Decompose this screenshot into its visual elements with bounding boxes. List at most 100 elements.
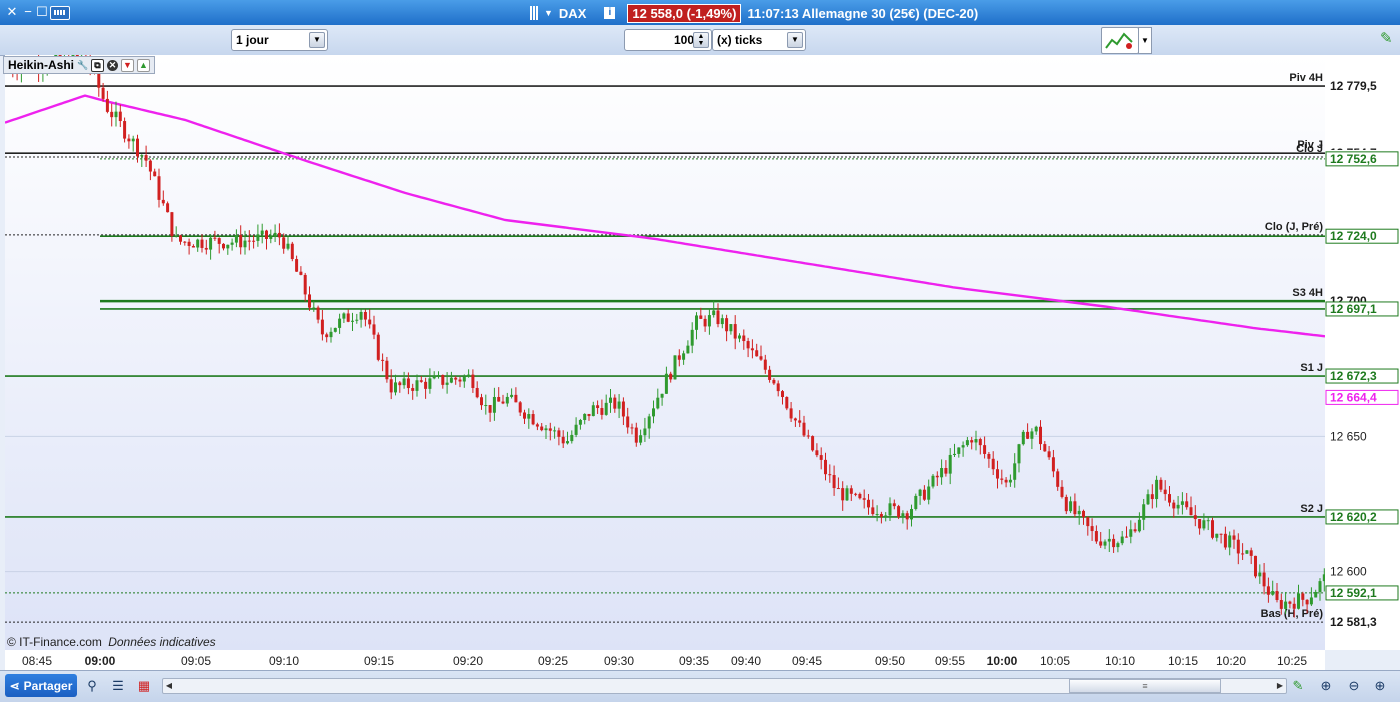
zoom-fit-icon[interactable]: ⊕ xyxy=(1318,678,1334,694)
candle-body xyxy=(1103,541,1107,546)
candle-body xyxy=(811,436,815,451)
candle-body xyxy=(1120,536,1124,544)
candle-body xyxy=(1271,591,1275,595)
candle-body xyxy=(712,310,716,316)
y-tick-label: 12 650 xyxy=(1330,429,1367,443)
candle-body xyxy=(978,439,982,446)
candle-body xyxy=(510,394,514,397)
zoom-in-icon[interactable]: ⊕ xyxy=(1372,678,1388,694)
share-button[interactable]: ⋖ Partager xyxy=(5,674,77,697)
copy-icon[interactable]: ⧉ xyxy=(91,58,105,72)
candle-body xyxy=(733,324,737,339)
chart-toolbar: 1 jour ▼ 100 ▲ ▼ (x) ticks ▼ ▼ ✎ xyxy=(0,25,1400,56)
candle-body xyxy=(918,489,922,496)
close-icon[interactable]: ✕ xyxy=(5,5,19,19)
candle-body xyxy=(1159,479,1163,490)
horizontal-scrollbar[interactable]: ◀ ≡ ▶ xyxy=(162,678,1287,694)
draw-tool-icon[interactable]: ⚲ xyxy=(84,678,100,694)
candle-body xyxy=(153,171,157,177)
source-label: © IT-Finance.com xyxy=(7,635,102,649)
chevron-down-icon[interactable]: ▼ xyxy=(309,32,325,48)
candle-body xyxy=(1168,494,1171,503)
candle-body xyxy=(798,420,802,423)
candle-body xyxy=(355,319,359,321)
candle-body xyxy=(475,387,479,398)
candle-body xyxy=(643,428,647,436)
candle-body xyxy=(462,376,466,382)
ticks-count-input[interactable]: 100 ▲ ▼ xyxy=(624,29,712,51)
candle-body xyxy=(591,405,595,417)
candle-body xyxy=(1318,581,1322,592)
candle-body xyxy=(136,138,139,157)
scroll-right-icon[interactable]: ▶ xyxy=(1274,679,1286,693)
candle-body xyxy=(166,203,170,213)
candle-body xyxy=(970,440,974,443)
candle-body xyxy=(1172,502,1176,509)
candle-body xyxy=(346,313,350,322)
candle-body xyxy=(802,422,806,436)
scroll-left-icon[interactable]: ◀ xyxy=(163,679,175,693)
edit-icon[interactable]: ✎ xyxy=(1380,29,1396,51)
chart-tools-dropdown[interactable]: ▼ xyxy=(1138,27,1152,54)
candle-body xyxy=(243,240,247,248)
notes-icon[interactable]: ☰ xyxy=(110,678,126,694)
chart-tools-icon xyxy=(1105,32,1133,49)
info-icon[interactable]: i xyxy=(604,7,616,19)
candle-body xyxy=(879,514,883,517)
close-icon[interactable]: ✕ xyxy=(107,59,119,71)
time-axis[interactable]: 08:45 09:00 09:05 09:10 09:15 09:20 09:25 09:30… xyxy=(5,650,1325,670)
candle-body xyxy=(1133,529,1137,532)
move-down-icon[interactable]: ▼ xyxy=(121,58,135,72)
candle-body xyxy=(415,380,419,391)
price-axis[interactable]: 12 60012 65012 779,512 754,712 753,312 7… xyxy=(1325,55,1400,650)
candle-body xyxy=(828,474,832,476)
candle-body xyxy=(226,244,230,249)
minimize-icon[interactable]: − xyxy=(21,5,35,19)
move-up-icon[interactable]: ▲ xyxy=(137,58,151,72)
candle-body xyxy=(901,513,905,518)
stepper-icon[interactable]: ▲ ▼ xyxy=(693,32,709,48)
candle-body xyxy=(1000,478,1004,480)
candle-body xyxy=(652,408,655,417)
chart-plot-area[interactable]: Piv 4H Piv J Clo J Clo (J, Pré) S3 4H S1 J S2 … xyxy=(5,55,1325,650)
candle-body xyxy=(394,382,397,393)
candle-body xyxy=(854,493,858,495)
level-name: S2 J xyxy=(1300,503,1323,515)
x-tick-label: 10:05 xyxy=(1040,654,1070,668)
candle-body xyxy=(1211,520,1214,538)
time-axis-labels: 08:45 09:00 09:05 09:10 09:15 09:20 09:25 09:30… xyxy=(22,654,1307,668)
maximize-icon[interactable]: ☐ xyxy=(35,5,49,19)
instrument-list-icon[interactable] xyxy=(530,6,538,20)
candle-body xyxy=(544,428,548,431)
candle-body xyxy=(677,355,681,360)
candle-body xyxy=(570,434,574,442)
grid-icon[interactable]: ▦ xyxy=(136,678,152,694)
chevron-down-icon[interactable]: ▼ xyxy=(787,32,803,48)
level-label: 12 724,0 xyxy=(1330,229,1377,243)
candle-body xyxy=(1284,601,1288,609)
level-name: Piv 4H xyxy=(1289,72,1323,84)
level-label: 12 672,3 xyxy=(1330,369,1377,383)
candle-body xyxy=(381,359,385,361)
zoom-out-icon[interactable]: ⊖ xyxy=(1346,678,1362,694)
candle-body xyxy=(1090,526,1094,532)
candle-body xyxy=(342,313,346,319)
ticks-unit-select[interactable]: (x) ticks ▼ xyxy=(712,29,806,51)
keyboard-icon[interactable] xyxy=(50,6,70,20)
candle-body xyxy=(1060,486,1064,497)
candle-body xyxy=(488,405,492,413)
period-select[interactable]: 1 jour ▼ xyxy=(231,29,328,51)
candle-body xyxy=(329,331,333,338)
candle-body xyxy=(888,503,892,516)
x-tick-label: 10:00 xyxy=(987,654,1018,668)
candle-body xyxy=(987,453,991,459)
chevron-down-icon[interactable]: ▼ xyxy=(544,8,553,18)
candle-body xyxy=(398,382,402,386)
candle-body xyxy=(222,243,225,249)
chart-tools-button[interactable] xyxy=(1101,27,1139,54)
scroll-thumb[interactable]: ≡ xyxy=(1069,679,1221,693)
pencil-icon[interactable]: ✎ xyxy=(1290,678,1306,694)
instrument-name[interactable]: DAX xyxy=(559,6,586,21)
wrench-icon[interactable]: 🔧 xyxy=(77,60,88,71)
candle-body xyxy=(385,360,389,380)
